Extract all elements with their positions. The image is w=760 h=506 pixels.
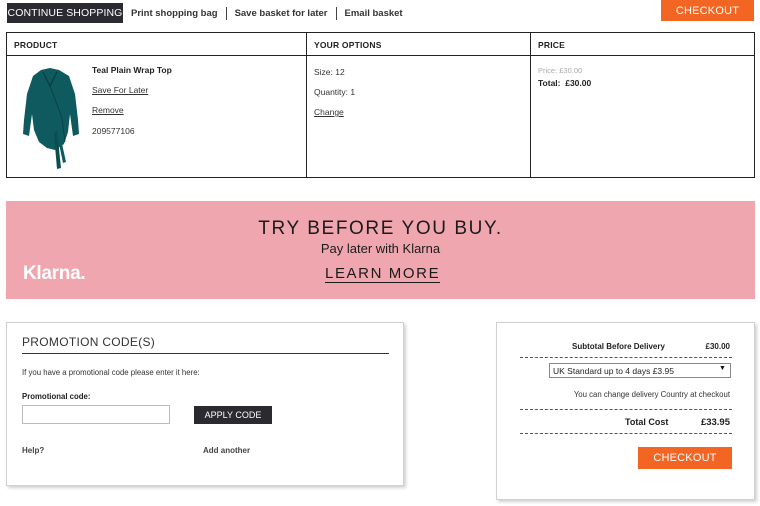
- product-image[interactable]: [17, 64, 84, 172]
- promo-intro: If you have a promotional code please en…: [22, 368, 200, 377]
- price-header: PRICE: [531, 33, 754, 56]
- size-value: Size: 12: [314, 67, 345, 77]
- klarna-subline: Pay later with Klarna: [320, 241, 441, 256]
- summary-divider: [520, 357, 732, 358]
- toolbar-links: Print shopping bag Save basket for later…: [123, 7, 411, 20]
- email-basket-link[interactable]: Email basket: [337, 7, 411, 20]
- add-another-link[interactable]: Add another: [203, 446, 250, 455]
- promo-code-input[interactable]: [22, 405, 170, 424]
- basket-table: PRODUCT Teal Plain Wrap Top Save For Lat…: [6, 32, 755, 178]
- klarna-logo: Klarna.: [23, 263, 86, 284]
- price-column: PRICE Price: £30.00 Total: £30.00: [531, 33, 754, 177]
- learn-more-link[interactable]: LEARN MORE: [325, 265, 441, 283]
- remove-link[interactable]: Remove: [92, 105, 124, 115]
- subtotal-label: Subtotal Before Delivery: [572, 342, 665, 351]
- product-sku: 209577106: [92, 126, 135, 136]
- continue-shopping-button[interactable]: CONTINUE SHOPPING: [7, 3, 123, 23]
- save-for-later-link[interactable]: Save For Later: [92, 85, 148, 95]
- line-total: Total: £30.00: [538, 78, 592, 88]
- product-name[interactable]: Teal Plain Wrap Top: [92, 65, 172, 75]
- quantity-value: Quantity: 1: [314, 87, 356, 97]
- delivery-note: You can change delivery Country at check…: [573, 390, 730, 399]
- promo-help-link[interactable]: Help?: [22, 446, 44, 455]
- save-basket-link[interactable]: Save basket for later: [227, 7, 337, 20]
- apply-code-button[interactable]: APPLY CODE: [194, 406, 272, 424]
- print-shopping-bag-link[interactable]: Print shopping bag: [123, 7, 227, 20]
- checkout-button-summary[interactable]: CHECKOUT: [638, 447, 732, 469]
- total-cost-label: Total Cost: [625, 417, 669, 427]
- promo-code-label: Promotional code:: [22, 392, 91, 401]
- klarna-banner[interactable]: TRY BEFORE YOU BUY. Pay later with Klarn…: [6, 201, 755, 299]
- promo-panel: PROMOTION CODE(S) If you have a promotio…: [6, 322, 404, 486]
- subtotal-value: £30.00: [705, 342, 730, 351]
- unit-price: Price: £30.00: [538, 66, 583, 75]
- delivery-select[interactable]: UK Standard up to 4 days £3.95: [549, 363, 731, 378]
- checkout-button-top[interactable]: CHECKOUT: [661, 0, 754, 21]
- order-summary-panel: Subtotal Before Delivery £30.00 UK Stand…: [496, 322, 755, 500]
- product-header: PRODUCT: [7, 33, 306, 56]
- summary-divider: [520, 409, 732, 410]
- change-options-link[interactable]: Change: [314, 107, 344, 117]
- product-column: PRODUCT Teal Plain Wrap Top Save For Lat…: [7, 33, 307, 177]
- options-header: YOUR OPTIONS: [307, 33, 530, 56]
- promo-title: PROMOTION CODE(S): [22, 335, 389, 354]
- summary-divider: [520, 433, 732, 434]
- klarna-headline: TRY BEFORE YOU BUY.: [258, 218, 503, 239]
- options-column: YOUR OPTIONS Size: 12 Quantity: 1 Change: [307, 33, 531, 177]
- total-cost-value: £33.95: [700, 417, 730, 428]
